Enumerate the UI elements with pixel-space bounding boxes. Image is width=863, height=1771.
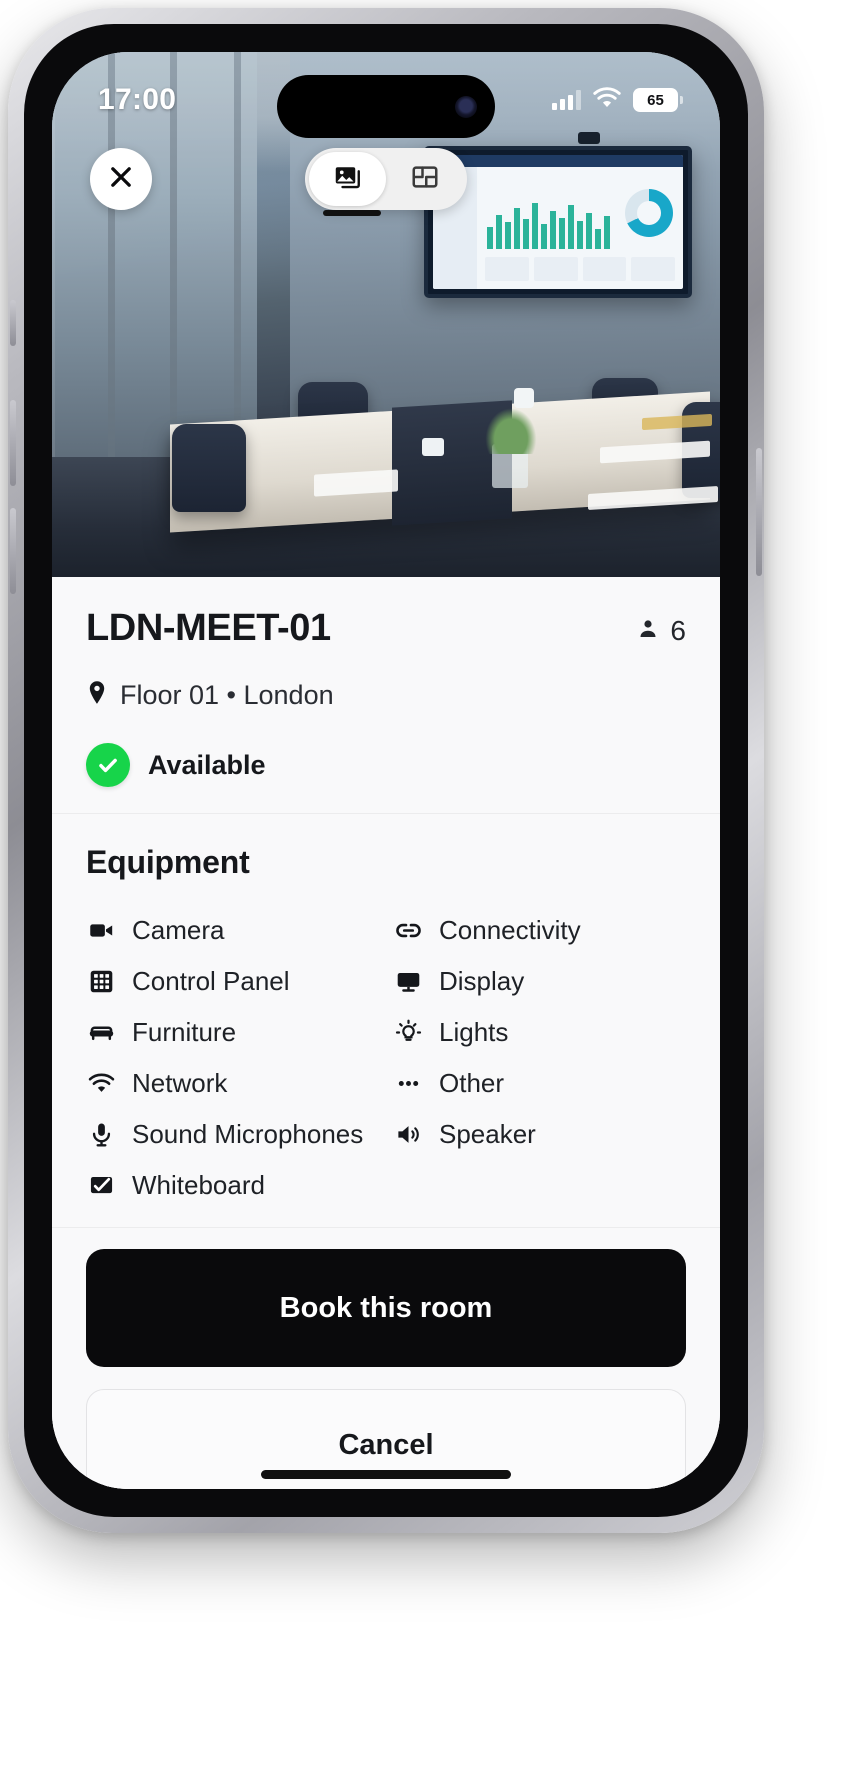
photos-icon xyxy=(333,162,363,197)
view-toggle-floorplan[interactable] xyxy=(386,152,463,206)
grid-keypad-icon xyxy=(86,967,116,997)
equipment-grid: Camera Connectivity Control Panel Displa… xyxy=(86,915,686,1201)
check-circle-icon xyxy=(86,743,130,787)
dynamic-island xyxy=(277,75,495,138)
status-bar-time: 17:00 xyxy=(98,83,177,116)
speaker-icon xyxy=(393,1120,423,1150)
capacity-value: 6 xyxy=(670,615,686,646)
equipment-label: Display xyxy=(439,966,525,996)
room-location-label: Floor 01 • London xyxy=(120,680,334,710)
phone-bezel: 17:00 65 LDN-MEET-01 6 Floor 01 • London… xyxy=(24,24,748,1517)
person-icon xyxy=(636,617,660,646)
front-camera-icon xyxy=(455,95,477,118)
link-icon xyxy=(393,916,423,946)
power-button[interactable] xyxy=(756,448,762,576)
equipment-item-camera: Camera xyxy=(86,915,379,946)
photo-webcam xyxy=(578,132,600,144)
equipment-label: Control Panel xyxy=(132,966,290,996)
equipment-item-lights: Lights xyxy=(393,1017,686,1048)
equipment-title: Equipment xyxy=(86,844,250,880)
equipment-item-speaker: Speaker xyxy=(393,1119,686,1150)
page-title: LDN-MEET-01 xyxy=(86,607,331,649)
active-tab-underline xyxy=(323,210,381,216)
cellular-signal-icon xyxy=(552,90,581,110)
equipment-label: Camera xyxy=(132,915,225,945)
view-toggle-photo[interactable] xyxy=(309,152,386,216)
battery-indicator: 65 xyxy=(633,88,683,112)
equipment-section: Equipment Camera Connectivity Control Pa… xyxy=(52,814,720,1227)
home-indicator[interactable] xyxy=(261,1470,511,1479)
equipment-item-control-panel: Control Panel xyxy=(86,966,379,997)
close-button[interactable] xyxy=(90,148,152,210)
equipment-item-whiteboard: Whiteboard xyxy=(86,1170,379,1201)
room-photo[interactable]: 17:00 65 xyxy=(52,52,720,577)
volume-down-button[interactable] xyxy=(10,508,16,594)
status-label: Available xyxy=(148,749,266,780)
equipment-label: Sound Microphones xyxy=(132,1119,364,1149)
equipment-item-connectivity: Connectivity xyxy=(393,915,686,946)
equipment-label: Other xyxy=(439,1068,505,1098)
equipment-item-other: Other xyxy=(393,1068,686,1099)
equipment-label: Furniture xyxy=(132,1017,237,1047)
lightbulb-icon xyxy=(393,1018,423,1048)
wifi-icon xyxy=(86,1069,116,1099)
room-location: Floor 01 • London xyxy=(86,680,686,711)
capacity-indicator: 6 xyxy=(636,615,686,647)
photo-mug xyxy=(422,438,444,456)
floorplan-icon xyxy=(410,162,440,197)
view-mode-toggle[interactable] xyxy=(305,148,467,216)
equipment-label: Connectivity xyxy=(439,915,581,945)
wifi-icon xyxy=(592,86,622,114)
photo-plant xyxy=(482,404,540,454)
video-camera-icon xyxy=(86,916,116,946)
equipment-label: Network xyxy=(132,1068,228,1098)
book-room-button[interactable]: Book this room xyxy=(86,1249,686,1367)
equipment-item-sound-microphones: Sound Microphones xyxy=(86,1119,379,1150)
map-pin-icon xyxy=(86,680,108,711)
equipment-label: Speaker xyxy=(439,1119,536,1149)
whiteboard-icon xyxy=(86,1171,116,1201)
action-bar: Book this room Cancel xyxy=(52,1227,720,1489)
battery-percent-label: 65 xyxy=(647,91,664,109)
equipment-item-furniture: Furniture xyxy=(86,1017,379,1048)
equipment-item-network: Network xyxy=(86,1068,379,1099)
sofa-icon xyxy=(86,1018,116,1048)
phone-frame: 17:00 65 LDN-MEET-01 6 Floor 01 • London… xyxy=(8,8,764,1533)
monitor-icon xyxy=(393,967,423,997)
status-badge: Available xyxy=(86,743,686,787)
equipment-label: Lights xyxy=(439,1017,509,1047)
microphone-icon xyxy=(86,1120,116,1150)
phone-screen: 17:00 65 LDN-MEET-01 6 Floor 01 • London… xyxy=(52,52,720,1489)
equipment-item-display: Display xyxy=(393,966,686,997)
close-icon xyxy=(107,163,135,196)
volume-up-button[interactable] xyxy=(10,400,16,486)
room-summary-section: LDN-MEET-01 6 Floor 01 • London Availabl… xyxy=(52,577,720,814)
photo-mug xyxy=(514,388,534,408)
photo-chair xyxy=(172,424,246,512)
room-detail-sheet: LDN-MEET-01 6 Floor 01 • London Availabl… xyxy=(52,577,720,1489)
screenshot-stage: 17:00 65 LDN-MEET-01 6 Floor 01 • London… xyxy=(0,0,863,1771)
equipment-label: Whiteboard xyxy=(132,1170,265,1200)
silence-switch[interactable] xyxy=(10,300,16,346)
ellipsis-icon xyxy=(393,1069,423,1099)
